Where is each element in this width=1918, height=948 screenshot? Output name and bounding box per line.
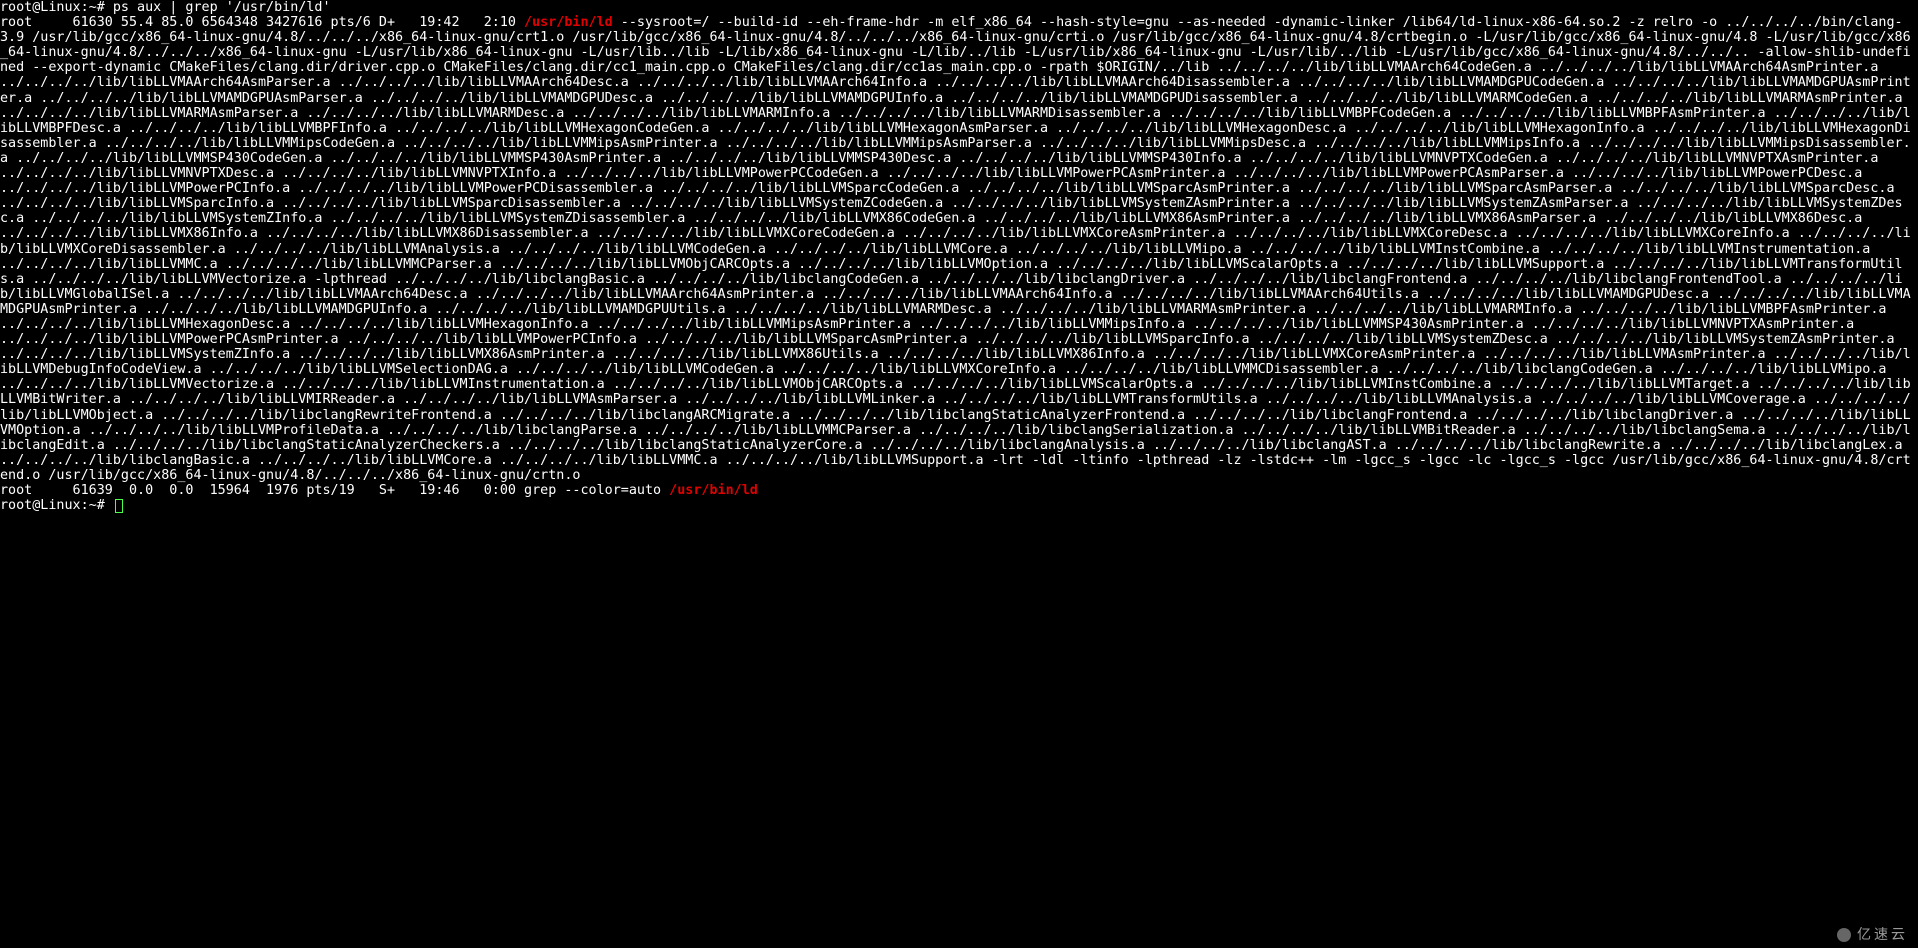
shell-prompt-2: root@Linux:~# [0, 498, 113, 513]
grep-match-1: /usr/bin/ld [524, 15, 613, 30]
user-command: ps aux | grep '/usr/bin/ld' [113, 0, 331, 15]
watermark-text: 亿速云 [1857, 926, 1908, 942]
watermark: 亿速云 [1837, 927, 1908, 942]
cursor-icon[interactable] [115, 499, 123, 513]
ps-row-1-cmdline: --sysroot=/ --build-id --eh-frame-hdr -m… [0, 15, 1911, 483]
grep-match-2: /usr/bin/ld [669, 483, 758, 498]
ps-row-1-fields: root 61630 55.4 85.0 6564348 3427616 pts… [0, 15, 524, 30]
terminal-window[interactable]: root@Linux:~# ps aux | grep '/usr/bin/ld… [0, 0, 1918, 948]
ps-row-2-fields: root 61639 0.0 0.0 15964 1976 pts/19 S+ … [0, 483, 669, 498]
shell-prompt-1: root@Linux:~# [0, 0, 113, 15]
watermark-logo-icon [1837, 928, 1851, 942]
